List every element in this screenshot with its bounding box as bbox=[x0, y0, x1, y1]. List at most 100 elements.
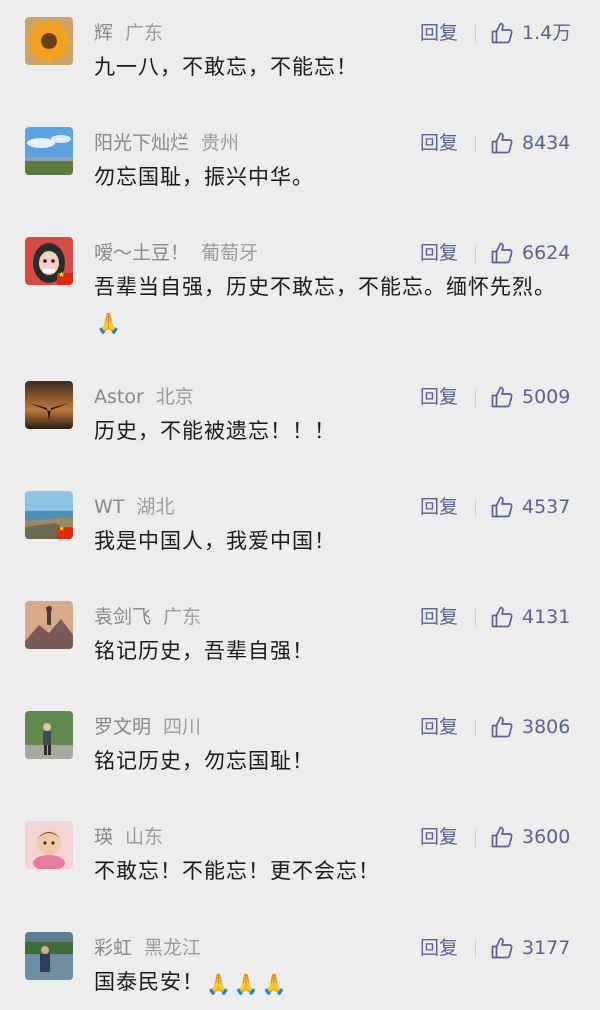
thumbs-up-icon bbox=[490, 715, 514, 739]
china-flag-icon bbox=[57, 524, 73, 539]
comment-meta: 瑛山东 bbox=[94, 824, 163, 850]
ip-region: 广东 bbox=[163, 606, 202, 628]
divider bbox=[475, 499, 476, 517]
comment-item: 瑛山东 回复 3600 不敢忘！不能忘！更不会忘！ bbox=[0, 821, 600, 941]
comment-text: 铭记历史，勿忘国耻！ bbox=[94, 749, 314, 773]
comment-item: 嗳～土豆！ 葡萄牙 回复 6624 吾辈当自强，历史不敢忘，不能忘。缅怀先烈。🙏 bbox=[0, 237, 600, 357]
reply-button[interactable]: 回复 bbox=[420, 384, 458, 410]
username[interactable]: 嗳～土豆！ bbox=[94, 242, 189, 264]
praying-hands-icon: 🙏 bbox=[96, 311, 122, 335]
avatar[interactable] bbox=[25, 601, 73, 649]
divider bbox=[475, 245, 476, 263]
comment-item: Astor 北京 回复 5009 历史，不能被遗忘！！！ bbox=[0, 381, 600, 501]
comment-text: 铭记历史，吾辈自强！ bbox=[94, 639, 314, 663]
avatar[interactable] bbox=[25, 17, 73, 65]
comment-meta: 彩虹 黑龙江 bbox=[94, 935, 201, 961]
avatar[interactable] bbox=[25, 237, 73, 285]
username[interactable]: Astor bbox=[94, 386, 144, 408]
avatar[interactable] bbox=[25, 381, 73, 429]
comment-item: 彩虹 黑龙江 回复 3177 国泰民安！ 🙏 🙏 🙏 bbox=[0, 932, 600, 1010]
like-button[interactable]: 3600 bbox=[490, 823, 570, 851]
comment-meta: WT 湖北 bbox=[94, 494, 174, 520]
comment-text: 我是中国人，我爱中国！ bbox=[94, 529, 336, 553]
like-count: 1.4万 bbox=[522, 22, 572, 44]
ip-region: 葡萄牙 bbox=[201, 242, 259, 264]
comment-list: 辉广东 回复 1.4万 九一八，不敢忘，不能忘！ 阳光下灿烂 贵州 回复 8434 勿忘国耻，振… bbox=[0, 0, 600, 1010]
like-count: 4537 bbox=[522, 496, 571, 518]
thumbs-up-icon bbox=[490, 21, 514, 45]
comment-item: 罗文明 四川 回复 3806 铭记历史，勿忘国耻！ bbox=[0, 711, 600, 831]
like-count: 4131 bbox=[522, 606, 571, 628]
username[interactable]: 袁剑飞 bbox=[94, 606, 151, 628]
thumbs-up-icon bbox=[490, 936, 514, 960]
reply-button[interactable]: 回复 bbox=[420, 130, 458, 156]
username[interactable]: WT bbox=[94, 496, 124, 518]
username[interactable]: 罗文明 bbox=[94, 716, 151, 738]
thumbs-up-icon bbox=[490, 385, 514, 409]
reply-button[interactable]: 回复 bbox=[420, 240, 458, 266]
comment-text: 吾辈当自强，历史不敢忘，不能忘。缅怀先烈。🙏 bbox=[94, 275, 556, 335]
comment-meta: 罗文明 四川 bbox=[94, 714, 201, 740]
reply-button[interactable]: 回复 bbox=[420, 494, 458, 520]
comment-meta: 辉广东 bbox=[94, 20, 163, 46]
comment-meta: 阳光下灿烂 贵州 bbox=[94, 130, 239, 156]
avatar[interactable] bbox=[25, 491, 73, 539]
ip-region: 广东 bbox=[125, 22, 164, 44]
comment-meta: 袁剑飞 广东 bbox=[94, 604, 201, 630]
praying-hands-icon: 🙏 bbox=[206, 972, 232, 996]
thumbs-up-icon bbox=[490, 495, 514, 519]
comment-meta: 嗳～土豆！ 葡萄牙 bbox=[94, 240, 258, 266]
divider bbox=[475, 940, 476, 958]
comment-meta: Astor 北京 bbox=[94, 384, 194, 410]
like-button[interactable]: 8434 bbox=[490, 129, 570, 157]
praying-hands-icon: 🙏 bbox=[233, 972, 260, 996]
divider bbox=[475, 719, 476, 737]
thumbs-up-icon bbox=[490, 825, 514, 849]
reply-button[interactable]: 回复 bbox=[420, 935, 458, 961]
like-button[interactable]: 4131 bbox=[490, 603, 570, 631]
like-count: 3806 bbox=[522, 716, 571, 738]
ip-region: 山东 bbox=[125, 826, 164, 848]
comment-text: 国泰民安！ 🙏 🙏 🙏 bbox=[94, 970, 288, 996]
like-count: 3177 bbox=[522, 937, 571, 959]
username[interactable]: 辉 bbox=[94, 22, 113, 44]
china-flag-icon bbox=[57, 270, 73, 285]
ip-region: 贵州 bbox=[201, 132, 240, 154]
ip-region: 四川 bbox=[163, 716, 202, 738]
comment-text: 历史，不能被遗忘！！！ bbox=[94, 419, 336, 443]
comment-item: 阳光下灿烂 贵州 回复 8434 勿忘国耻，振兴中华。 bbox=[0, 127, 600, 247]
avatar[interactable] bbox=[25, 127, 73, 175]
like-button[interactable]: 3806 bbox=[490, 713, 570, 741]
reply-button[interactable]: 回复 bbox=[420, 604, 458, 630]
avatar[interactable] bbox=[25, 932, 73, 980]
divider bbox=[475, 25, 476, 43]
comment-item: 袁剑飞 广东 回复 4131 铭记历史，吾辈自强！ bbox=[0, 601, 600, 721]
comment-text: 不敢忘！不能忘！更不会忘！ bbox=[94, 859, 380, 883]
like-count: 6624 bbox=[522, 242, 571, 264]
thumbs-up-icon bbox=[490, 605, 514, 629]
like-count: 8434 bbox=[522, 132, 571, 154]
divider bbox=[475, 829, 476, 847]
divider bbox=[475, 389, 476, 407]
divider bbox=[475, 609, 476, 627]
comment-text: 勿忘国耻，振兴中华。 bbox=[94, 165, 314, 189]
divider bbox=[475, 135, 476, 153]
username[interactable]: 彩虹 bbox=[94, 937, 132, 959]
reply-button[interactable]: 回复 bbox=[420, 20, 458, 46]
avatar[interactable] bbox=[25, 711, 73, 759]
ip-region: 湖北 bbox=[136, 496, 175, 518]
like-button[interactable]: 5009 bbox=[490, 383, 570, 411]
ip-region: 黑龙江 bbox=[144, 937, 202, 959]
like-button[interactable]: 4537 bbox=[490, 493, 570, 521]
like-button[interactable]: 3177 bbox=[490, 934, 570, 962]
like-button[interactable]: 6624 bbox=[490, 239, 570, 267]
username[interactable]: 阳光下灿烂 bbox=[94, 132, 189, 154]
username[interactable]: 瑛 bbox=[94, 826, 113, 848]
like-button[interactable]: 1.4万 bbox=[490, 19, 571, 47]
comment-text: 九一八，不敢忘，不能忘！ bbox=[94, 55, 358, 79]
reply-button[interactable]: 回复 bbox=[420, 824, 458, 850]
reply-button[interactable]: 回复 bbox=[420, 714, 458, 740]
avatar[interactable] bbox=[25, 821, 73, 869]
thumbs-up-icon bbox=[490, 131, 514, 155]
ip-region: 北京 bbox=[155, 386, 194, 408]
